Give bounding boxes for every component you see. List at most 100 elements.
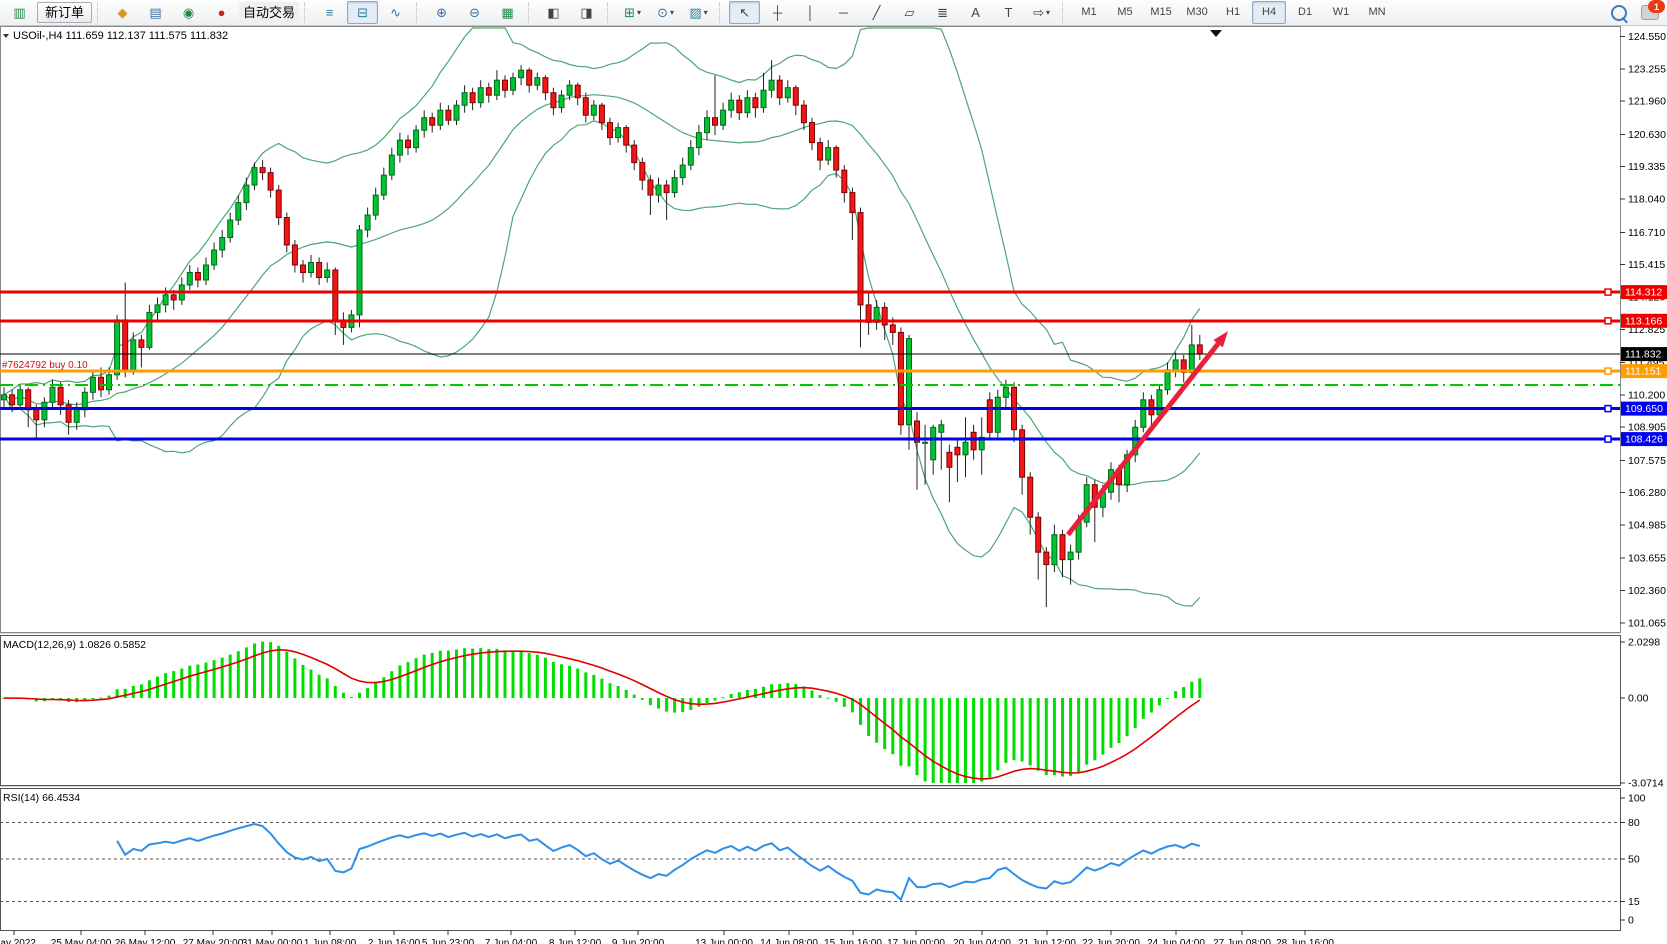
timeframe-h4[interactable]: H4 bbox=[1252, 1, 1286, 24]
macd-axis[interactable]: 2.0298 0.00 -3.0714 bbox=[1620, 636, 1664, 789]
svg-text:21 Jun 12:00: 21 Jun 12:00 bbox=[1018, 938, 1076, 944]
indicators-icon[interactable]: ⊞▾ bbox=[617, 1, 648, 24]
trendline-tool-icon[interactable]: ╱ bbox=[861, 1, 892, 24]
svg-text:106.280: 106.280 bbox=[1628, 487, 1666, 499]
svg-text:102.360: 102.360 bbox=[1628, 585, 1666, 597]
svg-text:104.985: 104.985 bbox=[1628, 520, 1666, 532]
svg-text:27 May 20:00: 27 May 20:00 bbox=[183, 938, 244, 944]
svg-text:108.905: 108.905 bbox=[1628, 422, 1666, 434]
order-line-label: #7624792 buy 0.10 bbox=[2, 360, 88, 371]
macd-label: MACD(12,26,9) 1.0826 0.5852 bbox=[3, 639, 146, 651]
new-order-button[interactable]: 新订单 bbox=[37, 2, 92, 23]
toolbar-separator bbox=[607, 3, 612, 23]
chart-header: USOil-,H4 111.659 112.137 111.575 111.83… bbox=[3, 30, 228, 42]
toolbar-separator bbox=[416, 3, 421, 23]
chart-shift-icon[interactable]: ◨ bbox=[571, 1, 602, 24]
templates-icon[interactable]: ▨▾ bbox=[683, 1, 714, 24]
timeframe-m1[interactable]: M1 bbox=[1072, 1, 1106, 24]
svg-text:109.650: 109.650 bbox=[1625, 403, 1663, 415]
trading-terminal-window: ▥ 新订单 ◆ ▤ ◉ ● 自动交易 ≡ ⊟ ∿ ⊕ ⊖ ▦ ◧ ◨ ⊞▾ ⊙▾… bbox=[0, 0, 1667, 944]
svg-text:17 Jun 00:00: 17 Jun 00:00 bbox=[887, 938, 945, 944]
zoom-in-icon[interactable]: ⊕ bbox=[426, 1, 457, 24]
svg-text:2 Jun 16:00: 2 Jun 16:00 bbox=[368, 938, 421, 944]
svg-text:1 Jun 08:00: 1 Jun 08:00 bbox=[304, 938, 357, 944]
toolbar-separator bbox=[719, 3, 724, 23]
label-tool-icon[interactable]: T bbox=[993, 1, 1024, 24]
horizontal-line-tool-icon[interactable]: ─ bbox=[828, 1, 859, 24]
timeframe-m5[interactable]: M5 bbox=[1108, 1, 1142, 24]
zoom-out-icon[interactable]: ⊖ bbox=[459, 1, 490, 24]
candlestick-chart-icon[interactable]: ⊟ bbox=[347, 1, 378, 24]
market-watch-icon[interactable]: ▤ bbox=[140, 1, 171, 24]
svg-text:50: 50 bbox=[1628, 854, 1640, 866]
svg-text:123.255: 123.255 bbox=[1628, 63, 1666, 75]
svg-text:May 2022: May 2022 bbox=[0, 938, 36, 944]
cursor-tool-icon[interactable]: ↖ bbox=[729, 1, 760, 24]
auto-trading-button[interactable]: 自动交易 bbox=[239, 2, 299, 23]
svg-text:110.200: 110.200 bbox=[1628, 389, 1665, 401]
svg-text:26 May 12:00: 26 May 12:00 bbox=[115, 938, 176, 944]
price-chart-svg[interactable]: USOil-,H4 111.659 112.137 111.575 111.83… bbox=[0, 26, 1667, 944]
svg-text:80: 80 bbox=[1628, 817, 1640, 829]
search-icon[interactable] bbox=[1611, 5, 1627, 21]
rsi-label: RSI(14) 66.4534 bbox=[3, 792, 80, 804]
main-toolbar: ▥ 新订单 ◆ ▤ ◉ ● 自动交易 ≡ ⊟ ∿ ⊕ ⊖ ▦ ◧ ◨ ⊞▾ ⊙▾… bbox=[0, 0, 1667, 26]
svg-text:0: 0 bbox=[1628, 915, 1634, 927]
svg-text:103.655: 103.655 bbox=[1628, 553, 1666, 565]
tile-windows-icon[interactable]: ▦ bbox=[492, 1, 523, 24]
timeframe-w1[interactable]: W1 bbox=[1324, 1, 1358, 24]
navigator-icon[interactable]: ◉ bbox=[173, 1, 204, 24]
toolbar-separator bbox=[528, 3, 533, 23]
timeframe-h1[interactable]: H1 bbox=[1216, 1, 1250, 24]
rsi-axis[interactable]: 1008050150 bbox=[1620, 793, 1646, 927]
svg-text:USOil-,H4 111.659 112.137 111: USOil-,H4 111.659 112.137 111.575 111.83… bbox=[13, 30, 228, 42]
svg-text:115.415: 115.415 bbox=[1628, 259, 1665, 271]
svg-text:111.832: 111.832 bbox=[1625, 349, 1662, 361]
svg-text:0.00: 0.00 bbox=[1628, 693, 1649, 705]
svg-text:114.312: 114.312 bbox=[1625, 287, 1662, 299]
svg-text:9 Jun 20:00: 9 Jun 20:00 bbox=[612, 938, 665, 944]
timeframe-d1[interactable]: D1 bbox=[1288, 1, 1322, 24]
svg-text:119.335: 119.335 bbox=[1628, 161, 1665, 173]
arrows-tool-icon[interactable]: ⇨▾ bbox=[1026, 1, 1057, 24]
svg-text:120.630: 120.630 bbox=[1628, 129, 1666, 141]
vertical-line-tool-icon[interactable]: │ bbox=[795, 1, 826, 24]
timeframe-mn[interactable]: MN bbox=[1360, 1, 1394, 24]
price-axis[interactable]: 124.550123.255121.960120.630119.335118.0… bbox=[1620, 31, 1667, 629]
svg-text:124.550: 124.550 bbox=[1628, 31, 1666, 43]
svg-text:25 May 04:00: 25 May 04:00 bbox=[51, 938, 112, 944]
fibonacci-tool-icon[interactable]: ≣ bbox=[927, 1, 958, 24]
svg-text:5 Jun 23:00: 5 Jun 23:00 bbox=[422, 938, 475, 944]
periods-icon[interactable]: ⊙▾ bbox=[650, 1, 681, 24]
svg-text:2.0298: 2.0298 bbox=[1628, 636, 1660, 648]
channel-tool-icon[interactable]: ▱ bbox=[894, 1, 925, 24]
svg-text:13 Jun 00:00: 13 Jun 00:00 bbox=[695, 938, 753, 944]
svg-text:14 Jun 08:00: 14 Jun 08:00 bbox=[760, 938, 818, 944]
new-order-icon[interactable]: ▥ bbox=[4, 1, 35, 24]
line-chart-icon[interactable]: ∿ bbox=[380, 1, 411, 24]
bar-chart-icon[interactable]: ≡ bbox=[314, 1, 345, 24]
svg-text:111.151: 111.151 bbox=[1625, 366, 1662, 378]
notifications-icon[interactable]: 1 bbox=[1641, 5, 1659, 20]
svg-text:27 Jun 08:00: 27 Jun 08:00 bbox=[1213, 938, 1271, 944]
chart-canvas[interactable]: USOil-,H4 111.659 112.137 111.575 111.83… bbox=[0, 26, 1667, 944]
auto-trading-icon[interactable]: ● bbox=[206, 1, 237, 24]
timeframe-m30[interactable]: M30 bbox=[1180, 1, 1214, 24]
auto-scroll-icon[interactable]: ◧ bbox=[538, 1, 569, 24]
text-tool-icon[interactable]: A bbox=[960, 1, 991, 24]
time-axis[interactable]: May 2022 25 May 04:0026 May 12:00 27 May 2… bbox=[0, 930, 1334, 944]
toolbar-separator bbox=[1062, 3, 1067, 23]
svg-text:113.166: 113.166 bbox=[1625, 315, 1662, 327]
svg-text:31 May 00:00: 31 May 00:00 bbox=[242, 938, 303, 944]
svg-text:100: 100 bbox=[1628, 793, 1646, 805]
profile-icon[interactable]: ◆ bbox=[107, 1, 138, 24]
timeframe-m15[interactable]: M15 bbox=[1144, 1, 1178, 24]
svg-text:24 Jun 04:00: 24 Jun 04:00 bbox=[1147, 938, 1205, 944]
svg-text:107.575: 107.575 bbox=[1628, 455, 1666, 467]
svg-text:-3.0714: -3.0714 bbox=[1628, 778, 1664, 790]
svg-text:118.040: 118.040 bbox=[1628, 194, 1665, 206]
svg-text:116.710: 116.710 bbox=[1628, 227, 1665, 239]
svg-text:8 Jun 12:00: 8 Jun 12:00 bbox=[549, 938, 602, 944]
crosshair-tool-icon[interactable]: ┼ bbox=[762, 1, 793, 24]
toolbar-separator bbox=[97, 3, 102, 23]
